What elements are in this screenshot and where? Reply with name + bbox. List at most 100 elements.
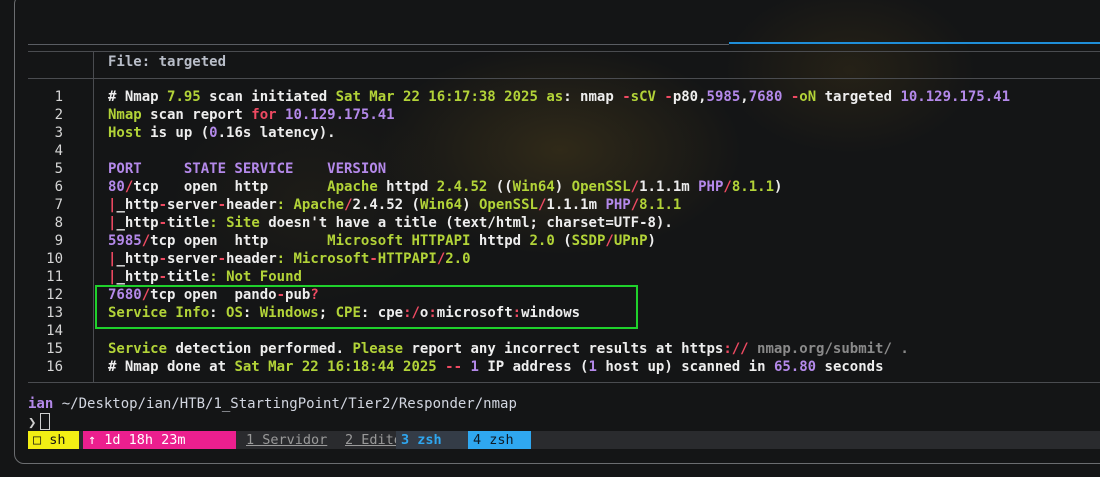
syntax-token: HTTPAPI: [411, 233, 471, 249]
line-text: # Nmap done at Sat Mar 22 16:18:44 2025 …: [108, 358, 884, 376]
syntax-token: as: [546, 89, 564, 105]
syntax-token: header: [226, 251, 277, 267]
syntax-token: 1: [470, 359, 479, 375]
line-number: 6: [54, 179, 63, 195]
syntax-token: 5985: [108, 233, 142, 249]
syntax-token: 1.1.1m: [546, 197, 606, 213]
syntax-token: Please: [352, 341, 404, 357]
syntax-token: :: [276, 251, 286, 267]
file-content[interactable]: 1 # Nmap 7.95 scan initiated Sat Mar 22 1…: [28, 88, 1100, 376]
code-line: 2 Nmap scan report for 10.129.175.41: [28, 106, 1100, 124]
line-text: |_http-title: Not Found: [108, 268, 302, 286]
syntax-token: [782, 89, 790, 105]
line-text: Nmap scan report for 10.129.175.41: [108, 106, 395, 124]
syntax-token: /: [436, 251, 446, 267]
syntax-token: [218, 269, 226, 285]
line-number: 15: [46, 341, 63, 357]
syntax-token: 10.129.175.41: [900, 89, 1011, 105]
syntax-token: ://: [723, 341, 749, 357]
syntax-token: tcp open http: [133, 179, 328, 195]
syntax-token: scan initiated: [200, 89, 336, 105]
syntax-token: 7680: [748, 89, 783, 105]
uptime-badge: ↑ 1d 18h 23m: [83, 431, 236, 449]
line-text: PORT STATE SERVICE VERSION: [108, 160, 386, 178]
syntax-token: Site: [226, 215, 260, 231]
syntax-token: -: [664, 89, 673, 105]
syntax-token: -: [369, 251, 378, 267]
line-number: 5: [54, 161, 63, 177]
syntax-token: UPnP: [613, 233, 648, 249]
syntax-token: 2.0: [529, 233, 555, 249]
prompt-path: ~/Desktop/ian/HTB/1_StartingPoint/Tier2/…: [53, 396, 517, 412]
line-number: 14: [46, 323, 63, 339]
syntax-token: 2.0: [445, 251, 471, 267]
syntax-token: Apache: [327, 179, 378, 195]
syntax-token: Service: [108, 341, 168, 357]
line-number: 8: [54, 215, 63, 231]
line-number: 2: [54, 107, 63, 123]
syntax-token: Sat Mar 22 16:18:44 2025: [234, 359, 437, 375]
line-text: Service detection performed. Please repo…: [108, 340, 909, 358]
syntax-token: 7.95: [167, 89, 201, 105]
shell-prompt: ian ~/Desktop/ian/HTB/1_StartingPoint/Ti…: [28, 395, 517, 413]
syntax-token: Microsoft: [327, 233, 404, 249]
line-number: 12: [46, 287, 63, 303]
syntax-token: Win64: [419, 197, 463, 213]
syntax-token: seconds: [816, 359, 884, 375]
syntax-token: [277, 107, 285, 123]
syntax-token: _http: [116, 269, 159, 285]
syntax-token: /: [344, 197, 353, 213]
syntax-token: (: [554, 233, 572, 249]
syntax-token: 2.4.52 (: [352, 197, 420, 213]
syntax-token: tcp open http: [150, 233, 328, 249]
syntax-token: server: [167, 197, 218, 213]
syntax-token: _http: [116, 251, 159, 267]
syntax-token: _http: [116, 215, 159, 231]
syntax-token: 1.1.1m: [639, 179, 699, 195]
syntax-token: -: [158, 215, 168, 231]
syntax-token: OpenSSL: [571, 179, 631, 195]
syntax-token: Sat Mar 22 16:17:38 2025: [335, 89, 538, 105]
code-line: 15 Service detection performed. Please re…: [28, 340, 1100, 358]
pane-top-border: [28, 44, 729, 45]
window-tab-zsh-4-active[interactable]: 4 zsh: [468, 431, 531, 449]
syntax-token: ): [462, 197, 479, 213]
syntax-token: ((: [487, 179, 513, 195]
syntax-token: Host: [108, 125, 142, 141]
syntax-token: 8.1.1: [731, 179, 775, 195]
syntax-token: PORT STATE SERVICE VERSION: [108, 161, 387, 177]
syntax-token: HTTPAPI: [377, 251, 437, 267]
syntax-token: ,: [740, 89, 749, 105]
syntax-token: detection performed.: [167, 341, 353, 357]
syntax-token: .16s latency).: [217, 125, 336, 141]
syntax-token: title: [167, 269, 210, 285]
syntax-token: doesn't have a title (text/html; charset…: [259, 215, 673, 231]
syntax-token: [218, 215, 226, 231]
syntax-token: Microsoft: [293, 251, 370, 267]
syntax-token: --: [445, 359, 463, 375]
syntax-token: IP address (: [478, 359, 589, 375]
window-tab-servidor[interactable]: 1 Servidor: [241, 431, 332, 449]
tmux-status-bar: □ sh ↑ 1d 18h 23m 1 Servidor 2 Editor 3 …: [28, 431, 1100, 449]
session-badge[interactable]: □ sh: [28, 431, 79, 449]
line-text: Host is up (0.16s latency).: [108, 124, 336, 142]
syntax-token: SSDP: [571, 233, 606, 249]
syntax-token: httpd: [377, 179, 437, 195]
line-text: |_http-server-header: Apache/2.4.52 (Win…: [108, 196, 681, 214]
syntax-token: -: [158, 269, 168, 285]
line-text: 80 / tcp open http Apache httpd 2.4.52 ((W…: [108, 178, 782, 196]
syntax-token: 0: [209, 125, 218, 141]
syntax-token: -: [622, 89, 631, 105]
syntax-token: server: [167, 251, 218, 267]
command-input-line[interactable]: ❯: [28, 413, 51, 431]
syntax-token: for: [251, 107, 277, 123]
line-text: # Nmap 7.95 scan initiated Sat Mar 22 16…: [108, 88, 1010, 106]
syntax-token: 65.80: [773, 359, 817, 375]
code-line: 1 # Nmap 7.95 scan initiated Sat Mar 22 1…: [28, 88, 1100, 106]
header-bottom-rule: [28, 78, 1100, 79]
line-text: 5985/tcp open http Microsoft HTTPAPI htt…: [108, 232, 656, 250]
syntax-token: 8.1.1: [639, 197, 682, 213]
syntax-token: targeted: [816, 89, 901, 105]
line-number: 1: [54, 89, 63, 105]
syntax-token: [285, 197, 293, 213]
